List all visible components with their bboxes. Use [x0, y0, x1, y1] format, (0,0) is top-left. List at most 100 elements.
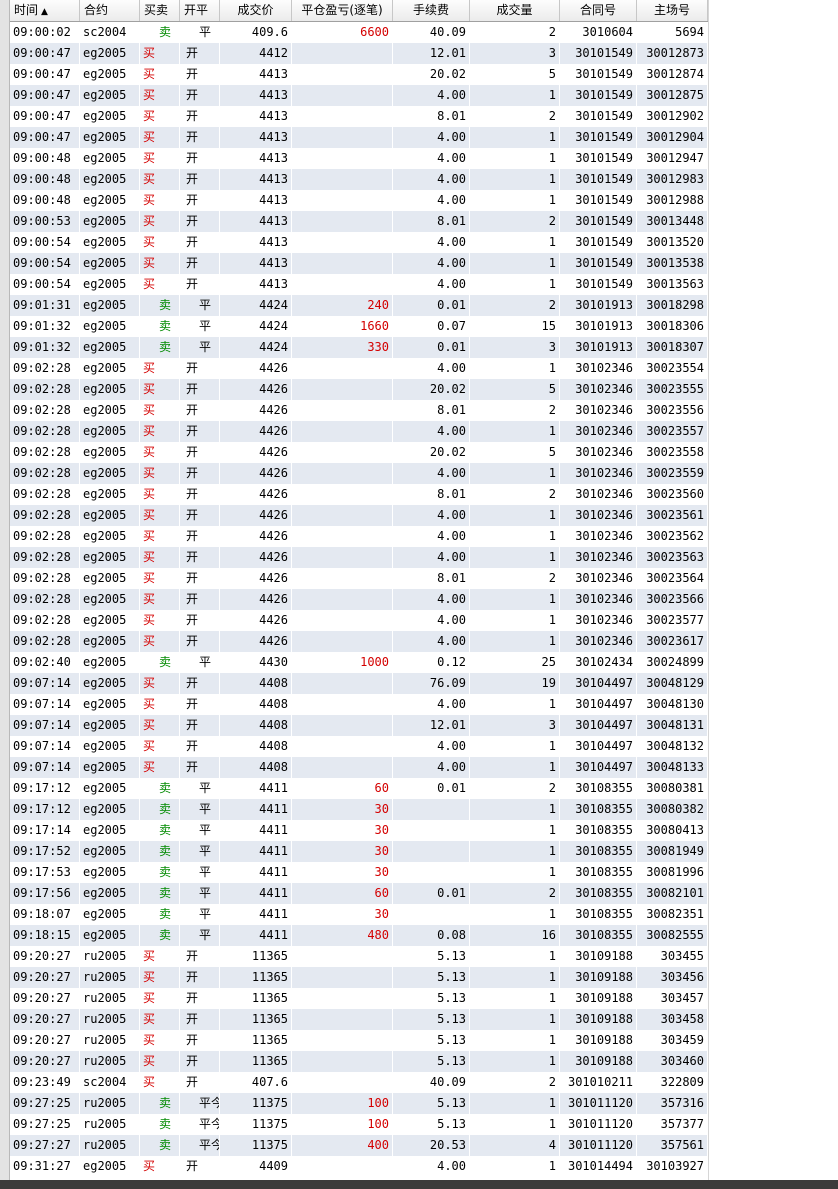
cell-time: 09:00:47: [10, 43, 80, 64]
table-row[interactable]: 09:02:28 eg2005 买开 4426 4.00 1 30102346 3002355…: [10, 421, 708, 442]
cell-contract: ru2005: [80, 1114, 140, 1135]
cell-volume: 1: [470, 85, 560, 106]
table-row[interactable]: 09:20:27 ru2005 买开 11365 5.13 1 30109188 303460: [10, 1051, 708, 1072]
table-row[interactable]: 09:02:28 eg2005 买开 4426 20.02 5 30102346 300235…: [10, 379, 708, 400]
cell-trade-id: 30012875: [637, 85, 708, 106]
cell-contract-id: 30101913: [560, 337, 637, 358]
table-row[interactable]: 09:27:27ru2005卖平今1137540020.534301011120…: [10, 1135, 708, 1156]
cell-fee: [393, 820, 470, 841]
cell-price: 4430: [220, 652, 292, 673]
header-pnl[interactable]: 平仓盈亏(逐笔): [292, 0, 393, 21]
cell-fee: 4.00: [393, 85, 470, 106]
table-row[interactable]: 09:20:27 ru2005 买开 11365 5.13 1 30109188 303458: [10, 1009, 708, 1030]
header-time[interactable]: 时间 ▲: [10, 0, 80, 21]
table-row[interactable]: 09:27:25ru2005卖平今113751005.1313010111203…: [10, 1114, 708, 1135]
cell-pnl: [292, 757, 393, 778]
cell-contract-id: 30102346: [560, 610, 637, 631]
table-row[interactable]: 09:00:53 eg2005 买开 4413 8.01 2 30101549 3001344…: [10, 211, 708, 232]
cell-direction: 买: [140, 64, 180, 85]
table-row[interactable]: 09:02:28 eg2005 买开 4426 8.01 2 30102346 3002356…: [10, 484, 708, 505]
table-row[interactable]: 09:00:48 eg2005 买开 4413 4.00 1 30101549 3001298…: [10, 190, 708, 211]
header-contract-id[interactable]: 合同号: [560, 0, 637, 21]
cell-contract: eg2005: [80, 610, 140, 631]
table-row[interactable]: 09:02:28 eg2005 买开 4426 4.00 1 30102346 3002361…: [10, 631, 708, 652]
table-row[interactable]: 09:17:52 eg2005 卖平 4411 30 1 30108355 30081949: [10, 841, 708, 862]
table-row[interactable]: 09:17:12 eg2005 卖平 4411 30 1 30108355 30080382: [10, 799, 708, 820]
table-row[interactable]: 09:02:28 eg2005 买开 4426 4.00 1 30102346 3002357…: [10, 610, 708, 631]
table-row[interactable]: 09:02:28 eg2005 买开 4426 4.00 1 30102346 3002355…: [10, 358, 708, 379]
table-row[interactable]: 09:00:47 eg2005 买开 4413 20.02 5 30101549 300128…: [10, 64, 708, 85]
cell-volume: 1: [470, 148, 560, 169]
table-row[interactable]: 09:20:27 ru2005 买开 11365 5.13 1 30109188 303459: [10, 1030, 708, 1051]
cell-price: 4413: [220, 127, 292, 148]
horizontal-scrollbar[interactable]: [0, 1180, 838, 1189]
cell-contract: eg2005: [80, 925, 140, 946]
table-row[interactable]: 09:00:02 sc2004 卖平 409.6 6600 40.09 2 3010604 56…: [10, 22, 708, 43]
cell-fee: [393, 904, 470, 925]
cell-contract-id: 301014494: [560, 1156, 637, 1177]
table-row[interactable]: 09:00:47 eg2005 买开 4413 4.00 1 30101549 3001287…: [10, 85, 708, 106]
header-direction[interactable]: 买卖: [140, 0, 180, 21]
header-open-close[interactable]: 开平: [180, 0, 220, 21]
table-row[interactable]: 09:02:28 eg2005 买开 4426 4.00 1 30102346 3002356…: [10, 547, 708, 568]
cell-price: 11365: [220, 988, 292, 1009]
cell-direction: 买: [140, 148, 180, 169]
table-row[interactable]: 09:07:14 eg2005 买开 4408 12.01 3 30104497 300481…: [10, 715, 708, 736]
table-row[interactable]: 09:02:28 eg2005 买开 4426 4.00 1 30102346 3002355…: [10, 463, 708, 484]
cell-contract: eg2005: [80, 211, 140, 232]
table-row[interactable]: 09:00:54 eg2005 买开 4413 4.00 1 30101549 3001356…: [10, 274, 708, 295]
cell-direction: 买: [140, 1072, 180, 1093]
table-row[interactable]: 09:20:27 ru2005 买开 11365 5.13 1 30109188 303455: [10, 946, 708, 967]
table-row[interactable]: 09:02:28 eg2005 买开 4426 4.00 1 30102346 3002356…: [10, 526, 708, 547]
cell-volume: 2: [470, 106, 560, 127]
table-row[interactable]: 09:00:48 eg2005 买开 4413 4.00 1 30101549 3001294…: [10, 148, 708, 169]
table-row[interactable]: 09:07:14 eg2005 买开 4408 4.00 1 30104497 3004813…: [10, 757, 708, 778]
table-row[interactable]: 09:02:28 eg2005 买开 4426 4.00 1 30102346 3002356…: [10, 505, 708, 526]
table-row[interactable]: 09:00:48 eg2005 买开 4413 4.00 1 30101549 3001298…: [10, 169, 708, 190]
header-contract[interactable]: 合约: [80, 0, 140, 21]
table-row[interactable]: 09:01:32 eg2005 卖平 4424 1660 0.07 15 30101913 30…: [10, 316, 708, 337]
table-row[interactable]: 09:18:07 eg2005 卖平 4411 30 1 30108355 30082351: [10, 904, 708, 925]
table-row[interactable]: 09:01:31 eg2005 卖平 4424 240 0.01 2 30101913 3001…: [10, 295, 708, 316]
header-trade-id[interactable]: 主场号: [637, 0, 708, 21]
cell-price: 4411: [220, 841, 292, 862]
table-row[interactable]: 09:07:14 eg2005 买开 4408 4.00 1 30104497 3004813…: [10, 694, 708, 715]
table-row[interactable]: 09:17:53 eg2005 卖平 4411 30 1 30108355 30081996: [10, 862, 708, 883]
cell-contract: eg2005: [80, 526, 140, 547]
table-row[interactable]: 09:02:40 eg2005 卖平 4430 1000 0.12 25 30102434 30…: [10, 652, 708, 673]
table-row[interactable]: 09:18:15 eg2005 卖平 4411 480 0.08 16 30108355 300…: [10, 925, 708, 946]
cell-contract-id: 30102346: [560, 589, 637, 610]
table-row[interactable]: 09:02:28 eg2005 买开 4426 20.02 5 30102346 300235…: [10, 442, 708, 463]
table-row[interactable]: 09:02:28 eg2005 买开 4426 4.00 1 30102346 3002356…: [10, 589, 708, 610]
table-row[interactable]: 09:31:27 eg2005 买开 4409 4.00 1 301014494 301039…: [10, 1156, 708, 1177]
table-row[interactable]: 09:01:32 eg2005 卖平 4424 330 0.01 3 30101913 3001…: [10, 337, 708, 358]
table-row[interactable]: 09:20:27 ru2005 买开 11365 5.13 1 30109188 303456: [10, 967, 708, 988]
cell-contract: ru2005: [80, 1051, 140, 1072]
table-row[interactable]: 09:00:47 eg2005 买开 4412 12.01 3 30101549 300128…: [10, 43, 708, 64]
cell-direction: 卖: [140, 862, 180, 883]
cell-price: 4413: [220, 169, 292, 190]
table-row[interactable]: 09:00:47 eg2005 买开 4413 4.00 1 30101549 3001290…: [10, 127, 708, 148]
cell-fee: 4.00: [393, 526, 470, 547]
header-price[interactable]: 成交价: [220, 0, 292, 21]
table-row[interactable]: 09:07:14 eg2005 买开 4408 4.00 1 30104497 3004813…: [10, 736, 708, 757]
table-row[interactable]: 09:00:47 eg2005 买开 4413 8.01 2 30101549 3001290…: [10, 106, 708, 127]
table-row[interactable]: 09:23:49 sc2004 买开 407.6 40.09 2 301010211 3228…: [10, 1072, 708, 1093]
table-row[interactable]: 09:00:54 eg2005 买开 4413 4.00 1 30101549 3001353…: [10, 253, 708, 274]
table-row[interactable]: 09:00:54 eg2005 买开 4413 4.00 1 30101549 3001352…: [10, 232, 708, 253]
table-row[interactable]: 09:27:25ru2005卖平今113751005.1313010111203…: [10, 1093, 708, 1114]
table-row[interactable]: 09:02:28 eg2005 买开 4426 8.01 2 30102346 3002355…: [10, 400, 708, 421]
cell-contract-id: 30101549: [560, 43, 637, 64]
header-fee[interactable]: 手续费: [393, 0, 470, 21]
table-row[interactable]: 09:17:56 eg2005 卖平 4411 60 0.01 2 30108355 30082…: [10, 883, 708, 904]
header-volume[interactable]: 成交量: [470, 0, 560, 21]
cell-trade-id: 30012947: [637, 148, 708, 169]
table-row[interactable]: 09:17:14 eg2005 卖平 4411 30 1 30108355 30080413: [10, 820, 708, 841]
table-row[interactable]: 09:20:27 ru2005 买开 11365 5.13 1 30109188 303457: [10, 988, 708, 1009]
table-row[interactable]: 09:02:28 eg2005 买开 4426 8.01 2 30102346 3002356…: [10, 568, 708, 589]
cell-contract: eg2005: [80, 64, 140, 85]
table-row[interactable]: 09:07:14 eg2005 买开 4408 76.09 19 30104497 30048…: [10, 673, 708, 694]
cell-open-close: 开: [180, 148, 220, 169]
table-row[interactable]: 09:17:12 eg2005 卖平 4411 60 0.01 2 30108355 30080…: [10, 778, 708, 799]
cell-trade-id: 30012983: [637, 169, 708, 190]
